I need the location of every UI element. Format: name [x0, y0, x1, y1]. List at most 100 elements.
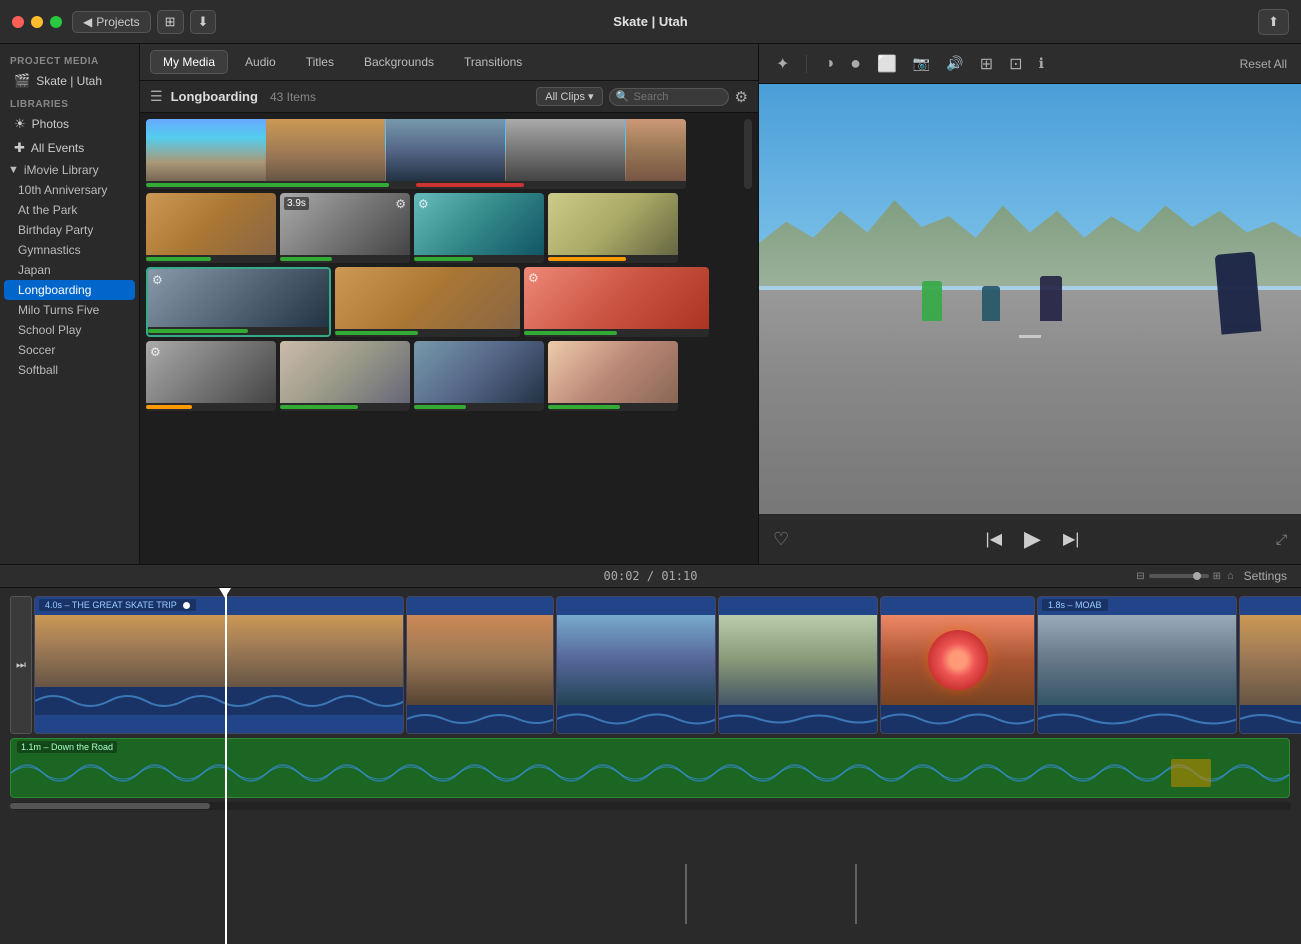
- sidebar-item-10th-anniversary[interactable]: 10th Anniversary: [0, 180, 139, 200]
- timeline-area: 00:02 / 01:10 ⊟ ⊞ ⌂ Settings ⏭: [0, 564, 1301, 944]
- sidebar-item-gymnastics[interactable]: Gymnastics: [0, 240, 139, 260]
- video-clip-5[interactable]: [880, 596, 1035, 734]
- libraries-label: LIBRARIES: [0, 93, 139, 112]
- zoom-in-icon[interactable]: ⊞: [1213, 571, 1221, 582]
- sidebar-item-birthday-party[interactable]: Birthday Party: [0, 220, 139, 240]
- crop-icon[interactable]: ⬜: [874, 51, 900, 77]
- zoom-control: ⊟ ⊞ ⌂: [1136, 570, 1233, 582]
- sidebar-item-photos[interactable]: ☀ Photos: [4, 112, 135, 136]
- sidebar-item-all-events[interactable]: ✚ All Events: [4, 136, 135, 160]
- home-icon[interactable]: ⌂: [1227, 570, 1234, 582]
- color-balance-icon[interactable]: ◑: [821, 52, 837, 76]
- sidebar-item-soccer[interactable]: Soccer: [0, 340, 139, 360]
- sidebar-item-longboarding[interactable]: Longboarding: [4, 280, 135, 300]
- list-view-icon[interactable]: ☰: [150, 88, 163, 105]
- media-thumb[interactable]: 3.9s ⚙: [280, 193, 410, 263]
- video-clip-2[interactable]: [406, 596, 554, 734]
- minimize-button[interactable]: [31, 16, 43, 28]
- media-row-2: 3.9s ⚙ ⚙: [146, 193, 752, 263]
- browser-controls: All Clips ▾ 🔍 ⚙: [536, 87, 748, 106]
- tab-my-media[interactable]: My Media: [150, 50, 228, 74]
- magic-wand-icon[interactable]: ✦: [773, 51, 792, 77]
- media-thumb[interactable]: ⚙: [146, 341, 276, 411]
- video-clip-6[interactable]: 1.8s – MOAB: [1037, 596, 1237, 734]
- audio-clip[interactable]: 1.1m – Down the Road: [10, 738, 1290, 798]
- media-thumb[interactable]: [146, 193, 276, 263]
- color-wheels-icon[interactable]: ●: [847, 50, 864, 77]
- photos-icon: ☀: [14, 116, 26, 132]
- prev-clip-button[interactable]: ⏭: [10, 596, 32, 734]
- media-thumb[interactable]: ⚙: [524, 267, 709, 337]
- browser-title: Longboarding: [171, 89, 258, 104]
- titlebar: ◀ Projects ⊞ ⬇ Skate | Utah ⬆: [0, 0, 1301, 44]
- wheel-graphic: [928, 630, 988, 690]
- settings-icon: ⚙: [150, 345, 161, 359]
- sidebar-item-project[interactable]: 🎬 Skate | Utah: [4, 69, 135, 93]
- stabilize-icon[interactable]: 📷: [910, 52, 933, 75]
- video-clip-7[interactable]: [1239, 596, 1301, 734]
- settings-button[interactable]: Settings: [1244, 569, 1287, 583]
- noise-reduction-icon[interactable]: ⊡: [1006, 51, 1025, 77]
- sidebar-item-school-play[interactable]: School Play: [0, 320, 139, 340]
- play-button[interactable]: ▶: [1020, 522, 1045, 556]
- timeline-controls: ⊟ ⊞ ⌂ Settings: [1136, 569, 1287, 583]
- grid-view-button[interactable]: ⊞: [157, 10, 184, 34]
- close-button[interactable]: [12, 16, 24, 28]
- sidebar-item-at-the-park[interactable]: At the Park: [0, 200, 139, 220]
- zoom-out-icon[interactable]: ⊟: [1136, 571, 1144, 582]
- media-thumb[interactable]: [548, 341, 678, 411]
- media-thumb-wide[interactable]: [146, 119, 686, 189]
- sidebar: PROJECT MEDIA 🎬 Skate | Utah LIBRARIES ☀…: [0, 44, 140, 564]
- film-icon: 🎬: [14, 73, 30, 89]
- imovie-library-group[interactable]: ▼ iMovie Library: [0, 160, 139, 180]
- volume-icon[interactable]: 🔊: [943, 52, 966, 75]
- import-button[interactable]: ⬇: [190, 10, 217, 34]
- sidebar-item-milo-turns-five[interactable]: Milo Turns Five: [0, 300, 139, 320]
- viewer-panel: ✦ ◑ ● ⬜ 📷 🔊 ⊞ ⊡ ℹ Reset All: [759, 44, 1301, 564]
- clip-filter-dropdown[interactable]: All Clips ▾: [536, 87, 602, 106]
- audio-label: 1.1m – Down the Road: [17, 741, 117, 753]
- video-clip-1[interactable]: 4.0s – THE GREAT SKATE TRIP: [34, 596, 404, 734]
- timeline-tracks[interactable]: ⏭ 4.0s – THE GREAT SKATE TRIP: [0, 588, 1301, 944]
- sidebar-item-japan[interactable]: Japan: [0, 260, 139, 280]
- tab-backgrounds[interactable]: Backgrounds: [351, 50, 447, 74]
- settings-icon: ⚙: [528, 271, 539, 285]
- fullscreen-icon[interactable]: ⤢: [1276, 531, 1287, 548]
- media-thumb[interactable]: [280, 341, 410, 411]
- next-frame-button[interactable]: ▶|: [1059, 525, 1083, 553]
- media-thumb-selected[interactable]: ⚙: [146, 267, 331, 337]
- timeline-scrollbar-thumb[interactable]: [10, 803, 210, 809]
- zoom-slider-thumb[interactable]: [1193, 572, 1201, 580]
- traffic-lights: [12, 16, 62, 28]
- tab-titles[interactable]: Titles: [293, 50, 347, 74]
- favorite-button[interactable]: ♡: [773, 529, 789, 550]
- zoom-slider-track[interactable]: [1149, 574, 1209, 578]
- fullscreen-button[interactable]: [50, 16, 62, 28]
- equalizer-icon[interactable]: ⊞: [977, 51, 996, 77]
- project-media-label: PROJECT MEDIA: [0, 50, 139, 69]
- video-clip-4[interactable]: [718, 596, 878, 734]
- info-icon[interactable]: ℹ: [1036, 52, 1047, 75]
- playhead-bottom-1: [685, 864, 687, 924]
- sidebar-item-softball[interactable]: Softball: [0, 360, 139, 380]
- media-thumb[interactable]: ⚙: [414, 193, 544, 263]
- audio-track: 1.1m – Down the Road: [10, 738, 1291, 798]
- media-thumb[interactable]: [548, 193, 678, 263]
- tab-audio[interactable]: Audio: [232, 50, 289, 74]
- projects-button[interactable]: ◀ Projects: [72, 11, 151, 33]
- video-clip-3[interactable]: [556, 596, 716, 734]
- chevron-down-icon: ▾: [588, 90, 594, 103]
- window-title: Skate | Utah: [613, 14, 687, 29]
- timeline-scrollbar[interactable]: [10, 802, 1291, 810]
- media-thumb[interactable]: [414, 341, 544, 411]
- reset-all-button[interactable]: Reset All: [1240, 57, 1287, 71]
- clip-audio-5: [881, 705, 1034, 733]
- clip-label-6: 1.8s – MOAB: [1042, 599, 1108, 611]
- media-thumb[interactable]: [335, 267, 520, 337]
- playhead-bottom-2: [855, 864, 857, 924]
- chevron-left-icon: ◀: [83, 15, 92, 29]
- gear-icon[interactable]: ⚙: [735, 88, 748, 106]
- export-button[interactable]: ⬆: [1258, 9, 1289, 35]
- tab-transitions[interactable]: Transitions: [451, 50, 535, 74]
- previous-frame-button[interactable]: |◀: [982, 525, 1006, 553]
